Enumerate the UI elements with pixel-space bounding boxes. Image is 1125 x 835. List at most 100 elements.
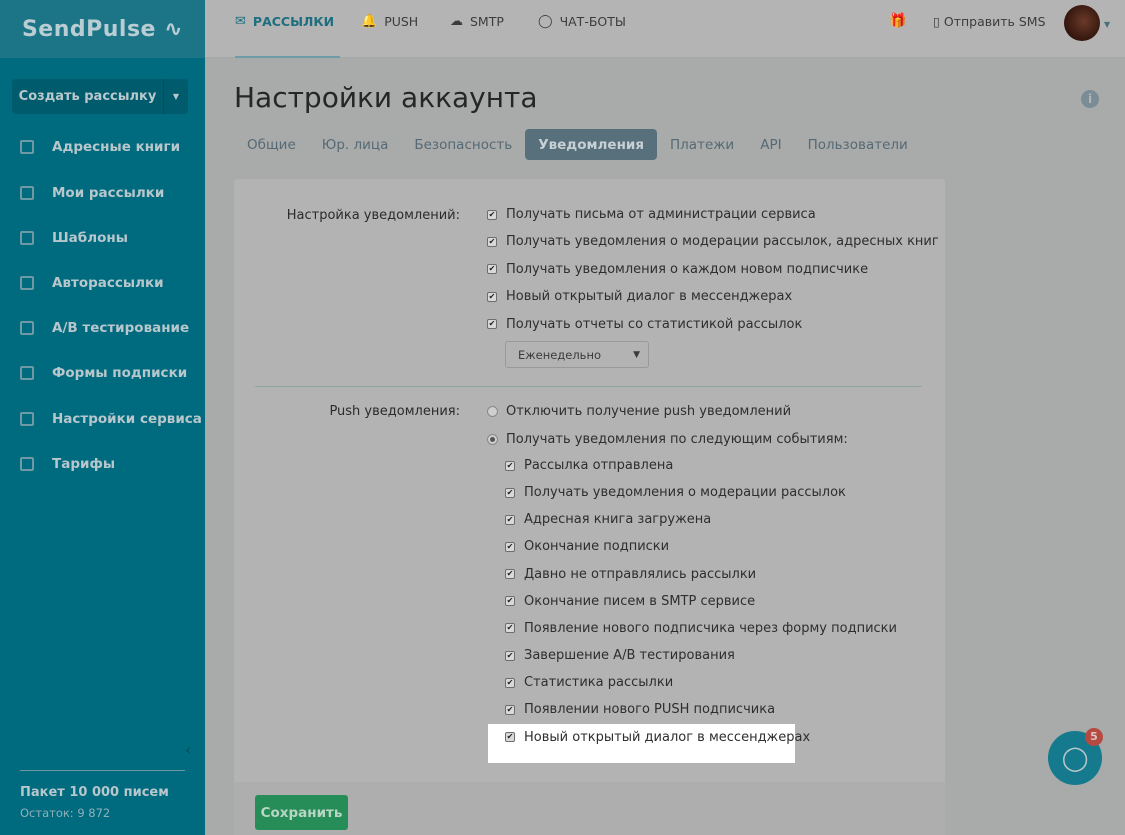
checkbox[interactable]: ✔ <box>505 569 515 580</box>
divider <box>20 770 185 771</box>
chat-badge: 5 <box>1085 728 1103 746</box>
push-radio-option[interactable]: Отключить получение push уведомлений <box>487 404 791 419</box>
push-label: Push уведомления: <box>329 404 460 419</box>
checkbox[interactable]: ✔ <box>505 596 515 607</box>
checkbox[interactable]: ✔ <box>505 732 515 742</box>
topnav-item[interactable]: ☁ SMTP <box>450 0 504 58</box>
chevron-down-icon[interactable]: ▼ <box>1104 20 1110 29</box>
option-label: Получать уведомления о модерации рассыло… <box>506 234 939 250</box>
page-title: Настройки аккаунта <box>234 81 538 114</box>
package-name: Пакет 10 000 писем <box>20 785 169 800</box>
radio[interactable] <box>487 406 498 417</box>
settings-tabs: Общие Юр. лица Безопасность Уведомления Плат… <box>234 129 921 160</box>
send-sms-label: Отправить SMS <box>943 14 1046 29</box>
sidebar-item-label: Авторассылки <box>52 275 164 291</box>
option-label: Получать письма от администрации сервиса <box>506 207 816 222</box>
settings-icon <box>20 412 34 426</box>
option-label: Завершение A/B тестирования <box>524 648 735 664</box>
push-event-option[interactable]: ✔ Статистика рассылки <box>505 675 673 690</box>
checkbox[interactable]: ✔ <box>505 514 515 525</box>
tab[interactable]: Безопасность <box>401 129 525 160</box>
top-bar <box>205 0 1125 58</box>
send-sms-button[interactable]: ▯ Отправить SMS <box>933 14 1046 29</box>
option-label: Получать уведомления о модерации рассыло… <box>524 485 846 501</box>
topnav-item[interactable]: ✉ РАССЫЛКИ <box>235 0 341 58</box>
sidebar-item-label: Адресные книги <box>52 139 181 155</box>
sidebar-item-label: Формы подписки <box>52 365 188 381</box>
push-event-option[interactable]: ✔ Появлении нового PUSH подписчика <box>505 702 775 717</box>
checkbox[interactable]: ✔ <box>505 704 515 715</box>
notifications-label: Настройка уведомлений: <box>286 208 460 223</box>
sidebar-item[interactable]: Шаблоны <box>20 230 128 246</box>
option-label: Окончание подписки <box>524 539 670 555</box>
checkbox[interactable]: ✔ <box>487 264 497 275</box>
topnav-item[interactable]: 🔔 PUSH <box>361 0 418 58</box>
notification-option[interactable]: ✔ Новый открытый диалог в мессенджерах <box>487 289 792 304</box>
sidebar-item[interactable]: Авторассылки <box>20 275 164 291</box>
divider <box>255 386 922 387</box>
collapse-sidebar-icon[interactable]: ‹ <box>185 740 191 759</box>
option-label: Адресная книга загружена <box>524 512 712 528</box>
push-event-option[interactable]: ✔ Адресная книга загружена <box>505 512 711 527</box>
checkbox[interactable]: ✔ <box>505 650 515 661</box>
logo[interactable]: SendPulse ∿ <box>0 0 205 58</box>
notification-option[interactable]: ✔ Получать отчеты со статистикой рассылок <box>487 317 802 332</box>
tab[interactable]: Платежи <box>657 129 747 160</box>
sidebar-item-label: Шаблоны <box>52 230 128 246</box>
notification-option[interactable]: ✔ Получать письма от администрации сервис… <box>487 207 816 222</box>
gift-icon[interactable]: 🎁 <box>889 13 906 29</box>
checkbox[interactable]: ✔ <box>487 319 497 330</box>
pulse-icon: ∿ <box>155 16 184 42</box>
tab[interactable]: Пользователи <box>795 129 921 160</box>
ab-test-icon <box>20 321 34 335</box>
checkbox[interactable]: ✔ <box>505 623 515 634</box>
notification-option[interactable]: ✔ Получать уведомления о каждом новом под… <box>487 262 868 277</box>
avatar[interactable] <box>1064 5 1100 41</box>
checkbox[interactable]: ✔ <box>487 291 497 302</box>
sidebar-item[interactable]: A/B тестирование <box>20 320 189 336</box>
create-mailing-button[interactable]: Создать рассылку ▼ <box>12 79 188 114</box>
tab[interactable]: Уведомления <box>525 129 658 160</box>
sidebar-item-label: Мои рассылки <box>52 185 165 201</box>
sidebar-item[interactable]: Тарифы <box>20 456 115 472</box>
frequency-select[interactable]: Еженедельно ▼ <box>505 341 649 368</box>
checkbox[interactable]: ✔ <box>505 677 515 688</box>
checkbox[interactable]: ✔ <box>505 541 515 552</box>
sidebar-item-label: Тарифы <box>52 456 116 472</box>
pricing-icon <box>20 457 34 471</box>
chevron-down-icon[interactable]: ▼ <box>164 79 188 114</box>
tab[interactable]: API <box>747 129 794 160</box>
mailings-icon <box>20 186 34 200</box>
save-button[interactable]: Сохранить <box>255 795 348 830</box>
push-event-option[interactable]: ✔ Завершение A/B тестирования <box>505 648 735 663</box>
push-event-option[interactable]: ✔ Рассылка отправлена <box>505 458 673 473</box>
create-mailing-label[interactable]: Создать рассылку <box>12 79 164 114</box>
push-radio-option[interactable]: Получать уведомления по следующим событи… <box>487 432 848 447</box>
tab[interactable]: Юр. лица <box>309 129 402 160</box>
push-event-option[interactable]: ✔ Получать уведомления о модерации рассыл… <box>505 485 846 500</box>
radio[interactable] <box>487 433 498 445</box>
option-label: Окончание писем в SMTP сервисе <box>524 593 756 609</box>
sidebar-item[interactable]: Мои рассылки <box>20 185 164 201</box>
topnav-item[interactable]: ◯ ЧАТ-БОТЫ <box>538 0 626 58</box>
option-label: Появлении нового PUSH подписчика <box>524 702 776 718</box>
checkbox[interactable]: ✔ <box>505 460 515 471</box>
push-event-option[interactable]: ✔ Появление нового подписчика через форму… <box>505 621 897 636</box>
info-icon[interactable]: i <box>1081 90 1099 108</box>
checkbox[interactable]: ✔ <box>487 236 497 247</box>
address-book-icon <box>20 140 34 154</box>
option-label: Давно не отправлялись рассылки <box>524 566 757 582</box>
notification-option[interactable]: ✔ Получать уведомления о модерации рассыл… <box>487 234 939 249</box>
push-event-option[interactable]: ✔ Окончание подписки <box>505 539 669 554</box>
sidebar-item[interactable]: Адресные книги <box>20 139 180 155</box>
tab[interactable]: Общие <box>234 129 309 160</box>
push-event-option[interactable]: ✔ Новый открытый диалог в мессенджерах <box>505 730 810 745</box>
sidebar-item-label: Настройки сервиса <box>52 411 202 427</box>
checkbox[interactable]: ✔ <box>505 487 515 498</box>
logo-text: SendPulse <box>21 16 156 42</box>
push-event-option[interactable]: ✔ Окончание писем в SMTP сервисе <box>505 594 755 609</box>
sidebar-item[interactable]: Формы подписки <box>20 365 187 381</box>
sidebar-item[interactable]: Настройки сервиса <box>20 411 202 427</box>
checkbox[interactable]: ✔ <box>487 209 497 220</box>
push-event-option[interactable]: ✔ Давно не отправлялись рассылки <box>505 567 756 582</box>
